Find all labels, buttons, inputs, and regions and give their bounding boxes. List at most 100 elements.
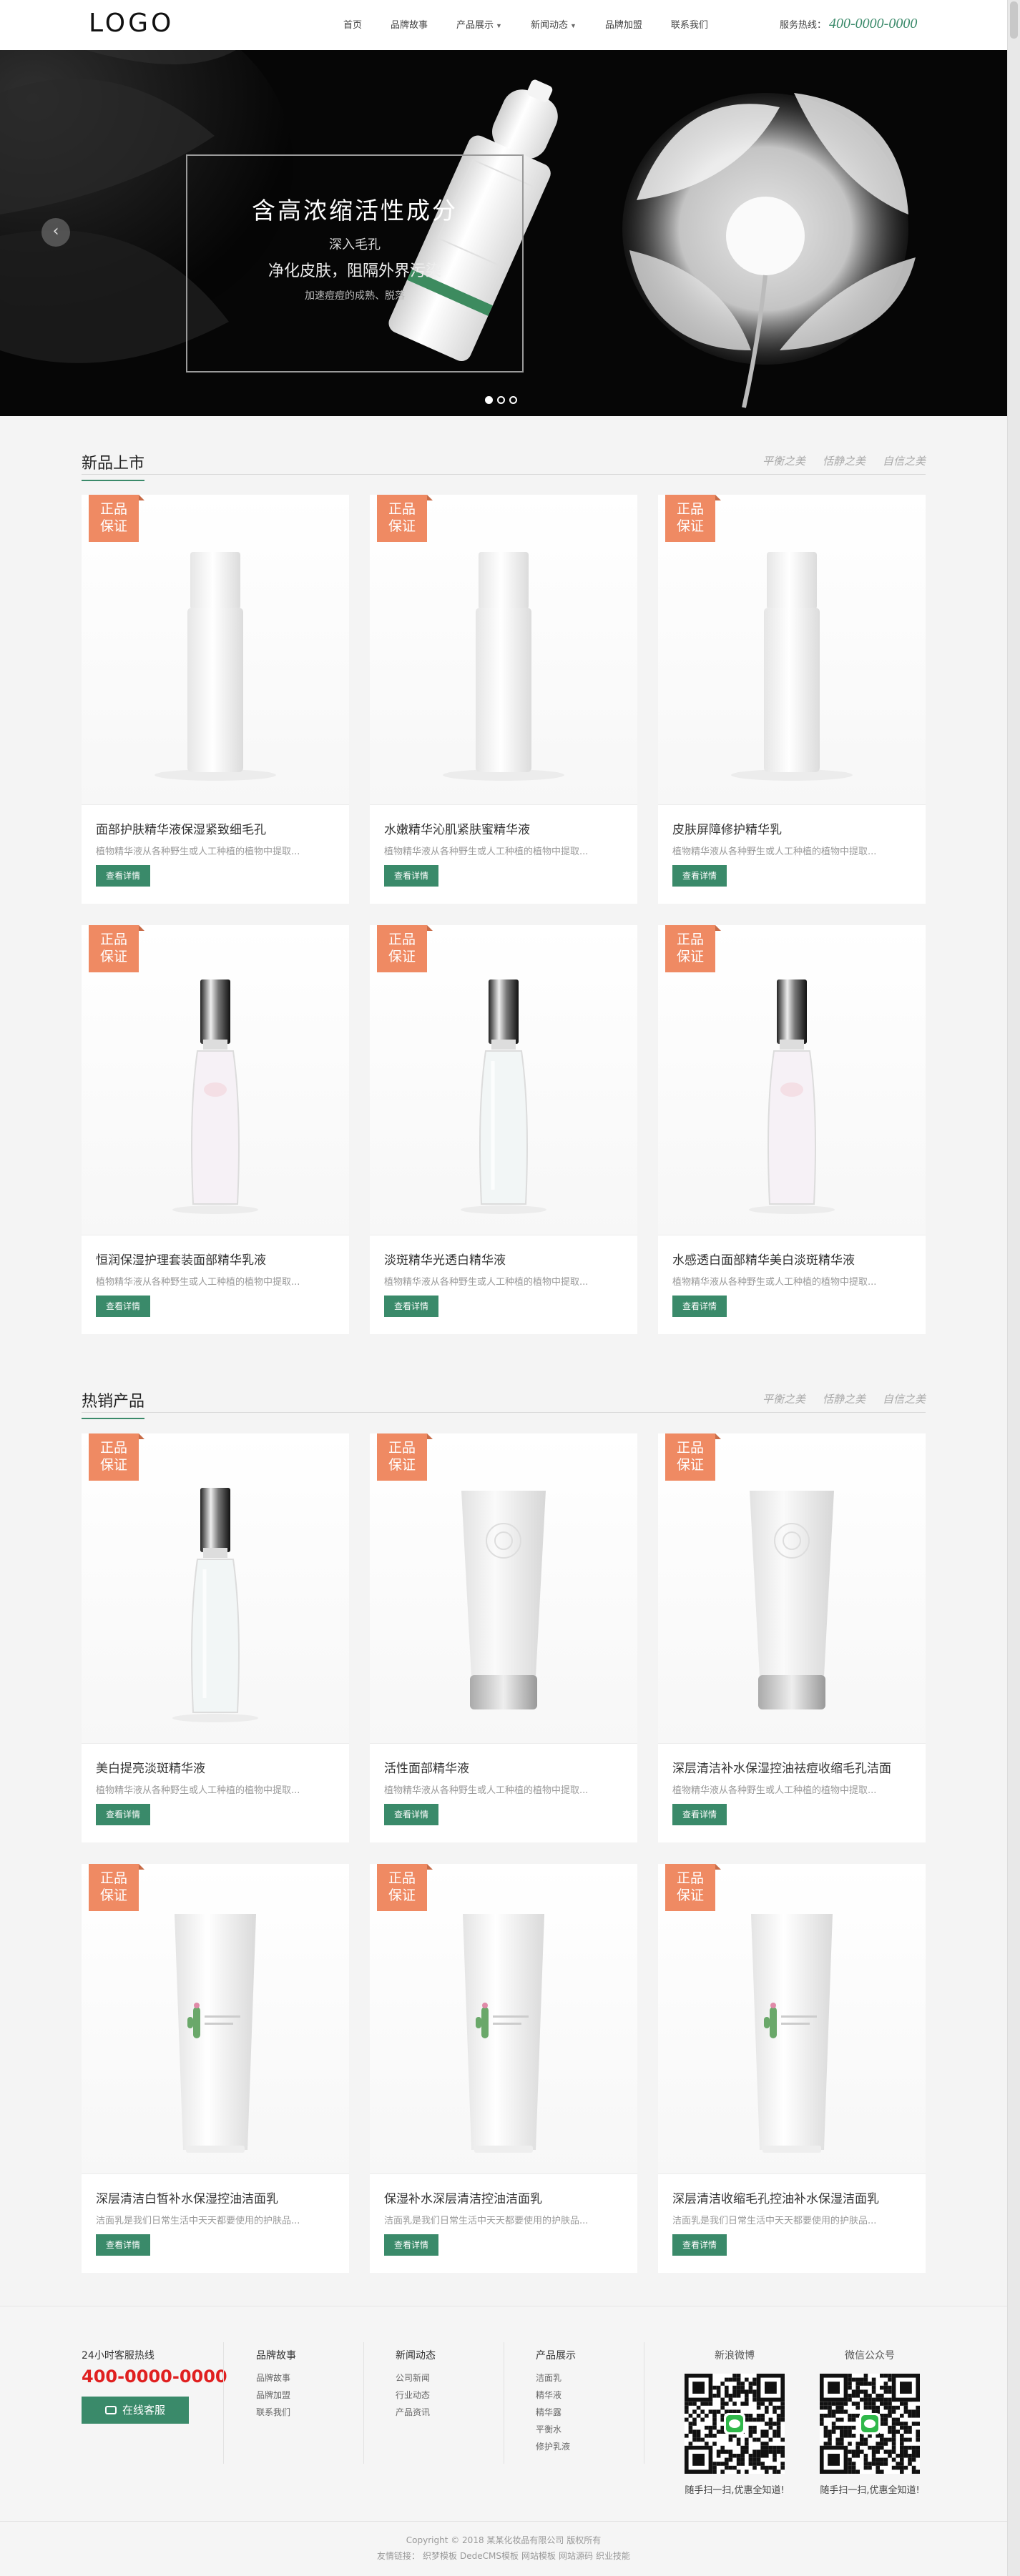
carousel-dot-3[interactable] (509, 396, 517, 404)
authentic-badge: 正品 保证 (89, 1433, 144, 1481)
friend-link[interactable]: 网站模板 (521, 2551, 556, 2561)
hero-banner: 含高浓缩活性成分 深入毛孔 净化皮肤，阻隔外界污染 加速痘痘的成熟、脱落 ‹ (0, 50, 1007, 416)
footer-link[interactable]: 行业动态 (396, 2387, 436, 2404)
carousel-dot-1[interactable] (485, 396, 493, 404)
product-desc: 洁面乳是我们日常生活中天天都要使用的护肤品... (96, 2216, 300, 2226)
product-name[interactable]: 淡斑精华光透白精华液 (384, 1250, 506, 1268)
chevron-down-icon: ▼ (569, 22, 577, 29)
product-card[interactable]: 正品 保证 面部护肤精华液保湿紧致细毛孔 植物精华液从各种野生或人工种植的植物中提取.… (82, 495, 349, 904)
product-image-frame[interactable]: 正品 保证 (658, 925, 926, 1235)
product-name[interactable]: 深层清洁补水保湿控油祛痘收缩毛孔洁面 (672, 1758, 891, 1776)
product-card[interactable]: 正品 保证 皮肤屏障修护精华乳 植物精华液从各种野生或人工种植的植物中提取... 查看详… (658, 495, 926, 904)
badge-text: 正品 (99, 1440, 127, 1456)
nav-franchise[interactable]: 品牌加盟 (591, 0, 657, 50)
vertical-scrollbar[interactable] (1007, 0, 1020, 2576)
footer-link[interactable]: 洁面乳 (536, 2369, 576, 2387)
nav-home[interactable]: 首页 (329, 0, 376, 50)
hotline-number: 400-0000-0000 (829, 16, 918, 31)
view-details-button[interactable]: 查看详情 (672, 1804, 727, 1825)
footer-link[interactable]: 联系我们 (256, 2404, 296, 2421)
carousel-dot-2[interactable] (497, 396, 505, 404)
product-desc: 植物精华液从各种野生或人工种植的植物中提取... (384, 1277, 589, 1288)
authentic-badge: 正品 保证 (89, 925, 144, 972)
product-card[interactable]: 正品 保证水感透白面部精华美白淡斑精华液植物精华液从各种野生或人工种植的植物中提取… (658, 925, 926, 1334)
footer-link[interactable]: 精华露 (536, 2404, 576, 2421)
product-image-frame[interactable]: 正品 保证 (370, 1864, 637, 2174)
product-name[interactable]: 保湿补水深层清洁控油洁面乳 (384, 2188, 542, 2206)
product-card[interactable]: 正品 保证 深层清洁补水保湿控油祛痘收缩毛孔洁面 植物精华液从各种野生或人工种植的植物… (658, 1433, 926, 1842)
hot-products-header: 热销产品 平衡之美 恬静之美 自信之美 (82, 1381, 926, 1419)
chevron-left-icon[interactable]: ‹ (41, 218, 70, 247)
view-details-button[interactable]: 查看详情 (384, 865, 438, 887)
product-desc: 洁面乳是我们日常生活中天天都要使用的护肤品... (384, 2216, 589, 2226)
product-image-frame[interactable]: 正品 保证 (370, 925, 637, 1235)
nav-brand-story[interactable]: 品牌故事 (376, 0, 442, 50)
product-name[interactable]: 深层清洁白皙补水保湿控油洁面乳 (96, 2188, 278, 2206)
view-details-button[interactable]: 查看详情 (384, 1804, 438, 1825)
product-name[interactable]: 深层清洁收缩毛孔控油补水保湿洁面乳 (672, 2188, 879, 2206)
product-name[interactable]: 水嫩精华沁肌紧肤蜜精华液 (384, 819, 530, 837)
copyright: Copyright © 2018 某某化妆品有限公司 版权所有 (406, 2535, 602, 2545)
section-tag: 恬静之美 (822, 1393, 865, 1406)
product-card[interactable]: 正品 保证 美白提亮淡斑精华液 植物精华液从各种野生或人工种植的植物中提取... 查看详… (82, 1433, 349, 1842)
authentic-badge: 正品 保证 (665, 1864, 721, 1911)
header-hotline: 服务热线： 400-0000-0000 (780, 0, 917, 50)
friend-link[interactable]: 网站源码 (559, 2551, 593, 2561)
nav-news[interactable]: 新闻动态 ▼ (516, 0, 591, 50)
view-details-button[interactable]: 查看详情 (672, 2234, 727, 2256)
nav-products[interactable]: 产品展示 ▼ (442, 0, 516, 50)
nav-contact[interactable]: 联系我们 (657, 0, 722, 50)
product-name[interactable]: 皮肤屏障修护精华乳 (672, 819, 782, 837)
product-desc: 植物精华液从各种野生或人工种植的植物中提取... (672, 1277, 877, 1288)
footer-link[interactable]: 精华液 (536, 2387, 576, 2404)
product-card[interactable]: 正品 保证保湿补水深层清洁控油洁面乳洁面乳是我们日常生活中天天都要使用的护肤品..… (370, 1864, 637, 2273)
view-details-button[interactable]: 查看详情 (96, 2234, 150, 2256)
product-image-frame[interactable]: 正品 保证 (658, 1864, 926, 2174)
view-details-button[interactable]: 查看详情 (384, 1296, 438, 1317)
product-card[interactable]: 正品 保证深层清洁白皙补水保湿控油洁面乳洁面乳是我们日常生活中天天都要使用的护肤品… (82, 1864, 349, 2273)
friend-link[interactable]: 织梦模板 (423, 2551, 457, 2561)
friend-links-label: 友情链接： (376, 2551, 420, 2561)
scrollbar-thumb[interactable] (1010, 1, 1018, 39)
product-name[interactable]: 恒润保湿护理套装面部精华乳液 (96, 1250, 266, 1268)
footer-link[interactable]: 产品资讯 (396, 2404, 436, 2421)
product-card[interactable]: 正品 保证 活性面部精华液 植物精华液从各种野生或人工种植的植物中提取... 查看详情 (370, 1433, 637, 1842)
product-image-frame[interactable]: 正品 保证 (370, 1433, 637, 1744)
product-image-frame[interactable]: 正品 保证 (82, 925, 349, 1235)
hotline-label: 服务热线： (780, 19, 827, 30)
footer-link[interactable]: 平衡水 (536, 2421, 576, 2438)
product-image-frame[interactable]: 正品 保证 (658, 1433, 926, 1744)
footer-link[interactable]: 公司新闻 (396, 2369, 436, 2387)
footer-link[interactable]: 修护乳液 (536, 2438, 576, 2455)
online-service-button[interactable]: 在线客服 (82, 2397, 189, 2424)
product-image-frame[interactable]: 正品 保证 (82, 1864, 349, 2174)
product-name[interactable]: 面部护肤精华液保湿紧致细毛孔 (96, 819, 266, 837)
product-card[interactable]: 正品 保证 恒润保湿护理套装面部精华乳液 植物精华液从各种野生或人工种植的植物中提取.… (82, 925, 349, 1334)
section-tag: 恬静之美 (822, 455, 865, 468)
footer-col-title: 新闻动态 (396, 2350, 436, 2362)
divider (363, 2342, 364, 2464)
view-details-button[interactable]: 查看详情 (96, 865, 150, 887)
logo[interactable]: LOGO (89, 9, 174, 38)
product-image-frame[interactable]: 正品 保证 (82, 1433, 349, 1744)
product-card[interactable]: 正品 保证淡斑精华光透白精华液植物精华液从各种野生或人工种植的植物中提取... 查看… (370, 925, 637, 1334)
footer-link[interactable]: 品牌故事 (256, 2369, 296, 2387)
view-details-button[interactable]: 查看详情 (96, 1296, 150, 1317)
friend-link[interactable]: DedeCMS模板 (460, 2551, 519, 2561)
product-image-frame[interactable]: 正品 保证 (82, 495, 349, 805)
friend-link[interactable]: 织业技能 (596, 2551, 630, 2561)
view-details-button[interactable]: 查看详情 (672, 865, 727, 887)
product-name[interactable]: 活性面部精华液 (384, 1758, 469, 1776)
product-image-frame[interactable]: 正品 保证 (658, 495, 926, 805)
view-details-button[interactable]: 查看详情 (384, 2234, 438, 2256)
product-name[interactable]: 美白提亮淡斑精华液 (96, 1758, 205, 1776)
view-details-button[interactable]: 查看详情 (672, 1296, 727, 1317)
product-image-frame[interactable]: 正品 保证 (370, 495, 637, 805)
authentic-badge: 正品 保证 (377, 495, 433, 542)
product-name[interactable]: 水感透白面部精华美白淡斑精华液 (672, 1250, 855, 1268)
banner-title: 含高浓缩活性成分 (252, 197, 458, 224)
product-card[interactable]: 正品 保证 水嫩精华沁肌紧肤蜜精华液 植物精华液从各种野生或人工种植的植物中提取...… (370, 495, 637, 904)
product-card[interactable]: 正品 保证 深层清洁收缩毛孔控油补水保湿洁面乳 洁面乳是我们日常生活中天天都要使用的护… (658, 1864, 926, 2273)
view-details-button[interactable]: 查看详情 (96, 1804, 150, 1825)
footer-link[interactable]: 品牌加盟 (256, 2387, 296, 2404)
